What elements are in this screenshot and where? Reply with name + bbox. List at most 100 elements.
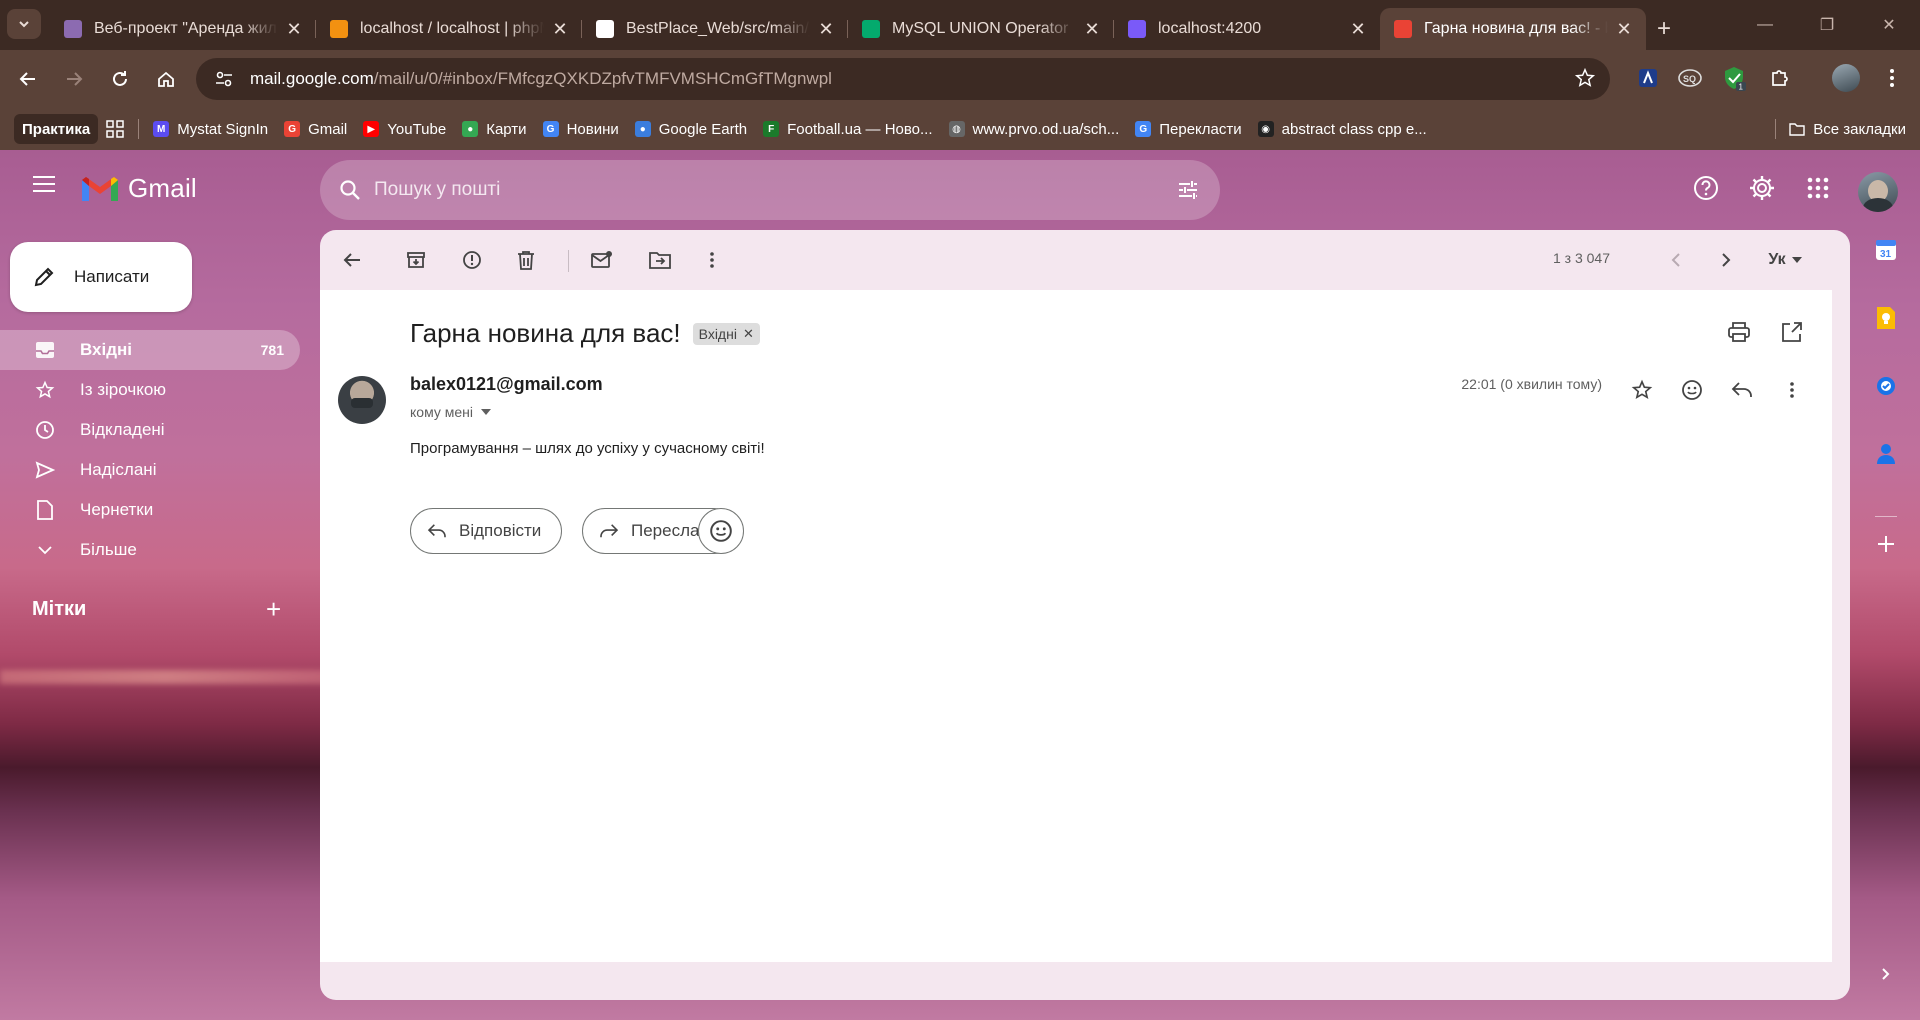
recipient-details[interactable]: кому мені — [410, 404, 491, 420]
chevron-down-icon — [19, 21, 29, 28]
label-chip[interactable]: Вхідні ✕ — [692, 322, 760, 345]
bookmark-item[interactable]: G Gmail — [276, 114, 355, 144]
minimize-button[interactable]: — — [1734, 0, 1796, 50]
mark-unread-button[interactable] — [582, 240, 622, 280]
back-to-inbox-button[interactable] — [332, 240, 372, 280]
gmail-logo[interactable]: Gmail — [80, 173, 197, 204]
nav-item-starred[interactable]: Із зірочкою — [0, 370, 300, 410]
bookmark-item[interactable]: ● Карти — [454, 114, 534, 144]
hide-side-panel-button[interactable] — [1866, 954, 1906, 994]
browser-tab[interactable]: localhost / localhost | phpMyAdmin ✕ — [316, 12, 582, 46]
home-button[interactable] — [146, 59, 186, 99]
input-tools-button[interactable]: Ук — [1758, 240, 1812, 280]
scrollbar-thumb[interactable] — [1836, 290, 1846, 810]
reply-icon-button[interactable] — [1722, 370, 1762, 410]
close-window-button[interactable]: ✕ — [1858, 0, 1920, 50]
search-options-icon[interactable] — [1176, 178, 1200, 207]
bookmark-item[interactable]: ◍ www.prvo.od.ua/sch... — [941, 114, 1128, 144]
bookmark-item[interactable]: M Mystat SignIn — [145, 114, 276, 144]
reply-button[interactable]: Відповісти — [410, 508, 563, 554]
nav-item-more[interactable]: Більше — [0, 530, 300, 570]
sender-avatar[interactable] — [338, 376, 386, 424]
keep-icon[interactable] — [1866, 298, 1906, 338]
browser-tab[interactable]: localhost:4200 ✕ — [1114, 12, 1380, 46]
older-button[interactable] — [1706, 240, 1746, 280]
bookmark-item[interactable]: F Football.ua — Ново... — [755, 114, 940, 144]
emoji-reaction-button[interactable] — [698, 508, 744, 554]
close-tab-icon[interactable]: ✕ — [816, 19, 836, 40]
open-new-window-button[interactable] — [1782, 322, 1802, 347]
close-tab-icon[interactable]: ✕ — [550, 19, 570, 40]
browser-tab[interactable]: MySQL UNION Operator ✕ — [848, 12, 1114, 46]
svg-text:SQ: SQ — [1683, 74, 1696, 84]
gmail-m-icon — [82, 176, 118, 201]
nav-item-inbox[interactable]: Вхідні 781 — [0, 330, 300, 370]
bookmark-label: Практика — [22, 120, 91, 138]
main-menu-button[interactable] — [24, 164, 64, 204]
delete-button[interactable] — [506, 240, 546, 280]
profile-avatar[interactable] — [1826, 58, 1866, 98]
site-info-icon[interactable] — [212, 67, 236, 91]
more-actions-button[interactable] — [692, 240, 732, 280]
address-bar[interactable]: mail.google.com/mail/u/0/#inbox/FMfcgzQX… — [196, 58, 1610, 100]
message-subject: Гарна новина для вас! Вхідні ✕ — [410, 318, 760, 349]
bookmark-item[interactable]: G Новини — [535, 114, 627, 144]
browser-tab[interactable]: BestPlace_Web/src/main/java ✕ — [582, 12, 848, 46]
message-more-button[interactable] — [1772, 370, 1812, 410]
extension-runner-icon[interactable] — [1628, 58, 1668, 98]
close-tab-icon[interactable]: ✕ — [1348, 19, 1368, 40]
search-input[interactable] — [374, 179, 1134, 201]
print-button[interactable] — [1728, 322, 1750, 347]
get-addons-button[interactable] — [1866, 524, 1906, 564]
sender-email[interactable]: balex0121@gmail.com — [410, 374, 603, 395]
apps-grid-icon[interactable] — [98, 114, 132, 144]
doc-icon — [64, 20, 82, 38]
bookmark-item[interactable]: ▶ YouTube — [355, 114, 454, 144]
remove-label-icon[interactable]: ✕ — [743, 326, 754, 342]
extensions-puzzle-icon[interactable] — [1760, 58, 1800, 98]
search-icon[interactable] — [334, 178, 366, 202]
help-icon[interactable] — [1686, 168, 1726, 208]
tab-search-button[interactable] — [7, 9, 41, 39]
archive-button[interactable] — [396, 240, 436, 280]
calendar-icon[interactable]: 31 — [1866, 230, 1906, 270]
forward-button[interactable] — [54, 59, 94, 99]
tasks-icon[interactable] — [1866, 366, 1906, 406]
nav-item-sent[interactable]: Надіслані — [0, 450, 300, 490]
bookmark-item[interactable]: G Перекласти — [1127, 114, 1249, 144]
bookmark-item[interactable]: ● Google Earth — [627, 114, 755, 144]
all-bookmarks-button[interactable]: Все закладки — [1781, 114, 1906, 144]
close-tab-icon[interactable]: ✕ — [1614, 19, 1634, 40]
message-panel: 1 з 3 047 Ук Гарна новина для вас! Вхідн… — [320, 230, 1850, 1000]
bookmark-item[interactable]: ◉ abstract class cpp e... — [1250, 114, 1435, 144]
newer-button[interactable] — [1656, 240, 1696, 280]
back-button[interactable] — [8, 59, 48, 99]
nav-item-snoozed[interactable]: Відкладені — [0, 410, 300, 450]
add-label-button[interactable]: + — [266, 594, 281, 625]
reload-button[interactable] — [100, 59, 140, 99]
browser-menu-icon[interactable] — [1872, 58, 1912, 98]
compose-button[interactable]: Написати — [10, 242, 192, 312]
star-message-button[interactable] — [1622, 370, 1662, 410]
bookmark-star-icon[interactable] — [1574, 67, 1596, 94]
close-tab-icon[interactable]: ✕ — [284, 19, 304, 40]
bookmark-label: Football.ua — Ново... — [787, 120, 933, 138]
browser-tab[interactable]: Гарна новина для вас! - balex ✕ — [1380, 8, 1646, 50]
message-scrollbar[interactable] — [1832, 290, 1850, 962]
account-avatar[interactable] — [1858, 172, 1898, 212]
bookmark-label: Новини — [566, 120, 619, 138]
move-to-button[interactable] — [640, 240, 680, 280]
google-apps-icon[interactable] — [1798, 168, 1838, 208]
report-spam-button[interactable] — [452, 240, 492, 280]
contacts-icon[interactable] — [1866, 434, 1906, 474]
extension-shield-icon[interactable]: 1 — [1714, 58, 1754, 98]
settings-gear-icon[interactable] — [1742, 168, 1782, 208]
new-tab-button[interactable]: + — [1646, 12, 1682, 46]
extension-sq-icon[interactable]: SQ — [1670, 58, 1710, 98]
add-reaction-button[interactable] — [1672, 370, 1712, 410]
restore-button[interactable]: ❐ — [1796, 0, 1858, 50]
bookmark-folder-practice[interactable]: Практика — [14, 114, 99, 144]
browser-tab[interactable]: Веб-проект "Аренда жилья" ✕ — [50, 12, 316, 46]
nav-item-drafts[interactable]: Чернетки — [0, 490, 300, 530]
close-tab-icon[interactable]: ✕ — [1082, 19, 1102, 40]
